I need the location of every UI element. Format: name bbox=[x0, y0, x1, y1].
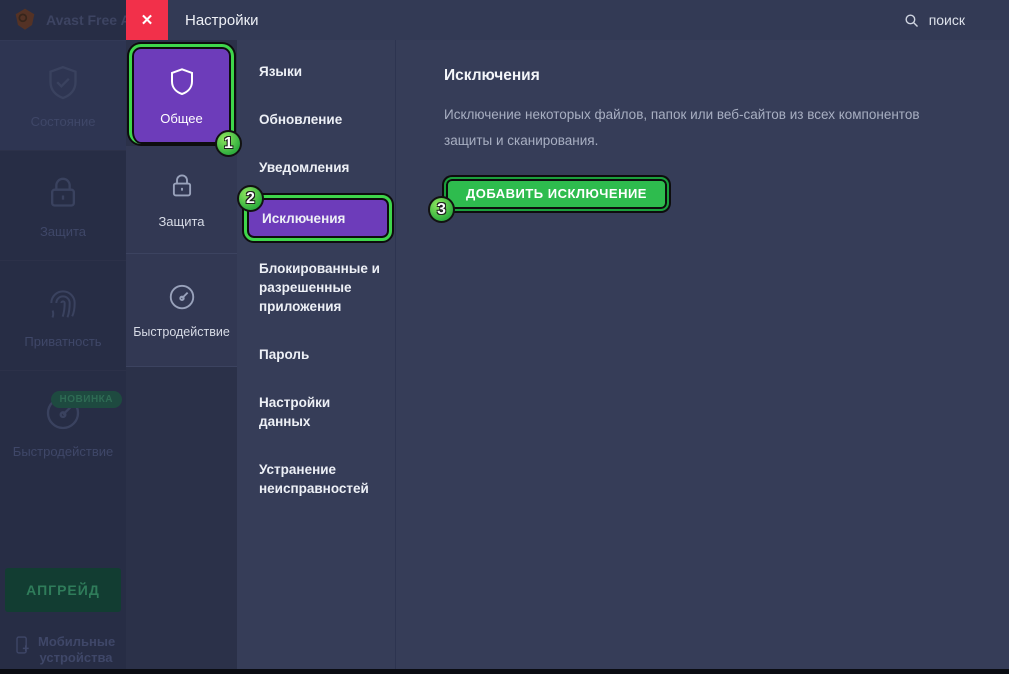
topbar-spacer bbox=[259, 0, 903, 40]
annotation-badge-2: 2 bbox=[237, 185, 264, 212]
category-label: Общее bbox=[160, 111, 203, 126]
settings-topbar: ✕ Настройки поиск bbox=[126, 0, 1009, 40]
app-title: Avast Free A bbox=[46, 12, 126, 28]
window-bottom-edge bbox=[0, 669, 1009, 674]
submenu-item-troubleshooting[interactable]: Устранение неисправностей bbox=[237, 460, 395, 498]
settings-panel: ✕ Настройки поиск Общее 1 bbox=[126, 0, 1009, 674]
settings-submenu: Языки Обновление Уведомления Исключения … bbox=[237, 40, 395, 674]
upgrade-button[interactable]: АПГРЕЙД bbox=[5, 568, 121, 612]
exceptions-content: Исключения Исключение некоторых файлов, … bbox=[395, 40, 1009, 674]
sidebar-item-label: Приватность bbox=[24, 334, 101, 349]
sidebar-item-label: Мобильные устройства bbox=[38, 634, 114, 666]
sidebar-item-protection[interactable]: Защита bbox=[0, 150, 126, 260]
submenu-item-update[interactable]: Обновление bbox=[237, 110, 395, 129]
category-tab-protection[interactable]: Защита bbox=[126, 146, 237, 254]
speedometer-icon bbox=[167, 282, 197, 312]
app-logo: Avast Free A bbox=[0, 0, 126, 40]
novinka-badge: НОВИНКА bbox=[51, 391, 122, 408]
submenu-item-exceptions[interactable]: Исключения 2 bbox=[244, 195, 392, 241]
submenu-item-data-settings[interactable]: Настройки данных bbox=[237, 393, 395, 431]
submenu-item-password[interactable]: Пароль bbox=[237, 345, 395, 364]
page-title: Настройки bbox=[168, 0, 259, 40]
category-label: Быстродействие bbox=[133, 325, 230, 339]
sidebar-item-label: Состояние bbox=[31, 114, 96, 129]
search-label: поиск bbox=[929, 12, 965, 28]
close-button[interactable]: ✕ bbox=[126, 0, 168, 40]
submenu-item-notifications[interactable]: Уведомления bbox=[237, 158, 395, 177]
close-icon: ✕ bbox=[141, 11, 154, 29]
sidebar-item-label: Защита bbox=[40, 224, 86, 239]
submenu-item-label: Исключения bbox=[262, 211, 345, 226]
shield-check-icon bbox=[43, 63, 83, 103]
search-control[interactable]: поиск bbox=[903, 0, 1009, 40]
section-heading: Исключения bbox=[444, 67, 969, 85]
settings-body: Общее 1 Защита bbox=[126, 40, 1009, 674]
sidebar-item-privacy[interactable]: Приватность bbox=[0, 260, 126, 370]
main-sidebar: Avast Free A Состояние Защита bbox=[0, 0, 126, 674]
annotation-badge-1: 1 bbox=[215, 130, 242, 157]
category-tab-performance[interactable]: Быстродействие bbox=[126, 254, 237, 367]
category-tab-general[interactable]: Общее 1 bbox=[129, 44, 234, 144]
section-description: Исключение некоторых файлов, папок или в… bbox=[444, 102, 959, 154]
sidebar-item-performance[interactable]: НОВИНКА Быстродействие bbox=[0, 370, 126, 480]
lock-icon bbox=[167, 171, 197, 201]
category-label: Защита bbox=[158, 214, 204, 229]
add-exception-button[interactable]: ДОБАВИТЬ ИСКЛЮЧЕНИЕ bbox=[444, 177, 669, 211]
annotation-badge-3: 3 bbox=[428, 196, 455, 223]
settings-categories: Общее 1 Защита bbox=[126, 40, 237, 674]
sidebar-item-label: Быстродействие bbox=[13, 444, 113, 459]
sidebar-item-mobile-devices[interactable]: Мобильные устройства bbox=[0, 634, 126, 666]
avast-logo-icon bbox=[12, 7, 38, 33]
shield-icon bbox=[166, 66, 198, 98]
lock-icon bbox=[43, 173, 83, 213]
search-icon bbox=[903, 12, 920, 29]
add-exception-button-wrap: ДОБАВИТЬ ИСКЛЮЧЕНИЕ 3 bbox=[444, 177, 669, 211]
submenu-item-blocked-allowed-apps[interactable]: Блокированные и разрешенные приложения bbox=[237, 259, 395, 316]
sidebar-item-status[interactable]: Состояние bbox=[0, 40, 126, 150]
fingerprint-icon bbox=[43, 283, 83, 323]
avast-settings-window: Avast Free A Состояние Защита bbox=[0, 0, 1009, 674]
phone-plus-icon bbox=[12, 635, 32, 655]
submenu-item-languages[interactable]: Языки bbox=[237, 62, 395, 81]
